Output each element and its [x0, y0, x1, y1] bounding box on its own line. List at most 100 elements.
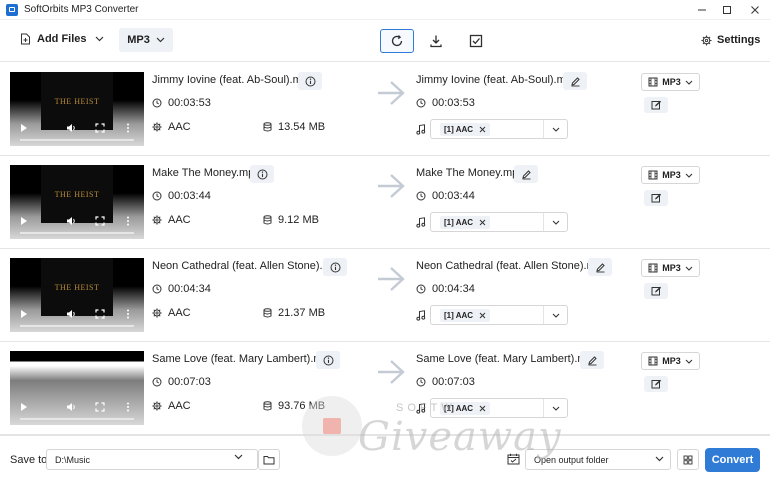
video-progress-bar[interactable]	[20, 418, 134, 420]
video-progress-bar[interactable]	[20, 325, 134, 327]
volume-button[interactable]	[65, 401, 77, 413]
rename-output-button[interactable]	[563, 72, 587, 90]
clock-icon	[152, 377, 162, 387]
remove-track-icon[interactable]	[479, 126, 486, 133]
rename-output-button[interactable]	[588, 258, 612, 276]
video-thumbnail[interactable]: THE HEIST	[10, 72, 144, 146]
row-format-select[interactable]: MP3	[641, 73, 700, 91]
fullscreen-button[interactable]	[94, 215, 106, 227]
volume-button[interactable]	[65, 308, 77, 320]
volume-button[interactable]	[65, 215, 77, 227]
settings-button[interactable]: Settings	[701, 34, 760, 46]
download-icon	[430, 35, 442, 48]
more-options-button[interactable]	[122, 401, 134, 413]
audio-track-chip: [1] AAC	[440, 123, 491, 136]
play-button[interactable]	[18, 122, 30, 134]
more-options-button[interactable]	[122, 308, 134, 320]
title-bar: SoftOrbits MP3 Converter	[0, 0, 770, 20]
file-row[interactable]: THE HEIST Make The Money.mp4 00:03:44 AA…	[0, 156, 770, 249]
refresh-button[interactable]	[380, 29, 414, 53]
codec: AAC	[152, 214, 191, 226]
save-to-label: Save to	[10, 454, 48, 466]
file-row[interactable]: THE HEIST Jimmy Iovine (feat. Ab-Soul).m…	[0, 63, 770, 156]
more-options-button[interactable]	[122, 122, 134, 134]
duration-value: 00:07:03	[168, 376, 211, 388]
audio-track-select[interactable]: [1] AAC	[430, 119, 568, 139]
gear-icon	[152, 308, 162, 318]
audio-track-select[interactable]: [1] AAC	[430, 305, 568, 325]
remove-track-icon[interactable]	[479, 219, 486, 226]
edit-settings-button[interactable]	[644, 190, 668, 206]
audio-track-dropdown[interactable]	[543, 120, 567, 138]
remove-track-icon[interactable]	[479, 405, 486, 412]
edit-settings-button[interactable]	[644, 283, 668, 299]
album-cover-text: THE HEIST	[54, 189, 100, 199]
edit-settings-button[interactable]	[644, 376, 668, 392]
volume-icon	[66, 310, 75, 318]
chevron-down-icon	[655, 456, 664, 462]
remove-track-icon[interactable]	[479, 312, 486, 319]
rename-output-button[interactable]	[580, 351, 604, 369]
file-info-button[interactable]	[323, 258, 347, 276]
browse-folder-button[interactable]	[258, 449, 280, 470]
fullscreen-button[interactable]	[94, 401, 106, 413]
after-conversion-select[interactable]: Open output folder	[525, 449, 671, 470]
pencil-icon	[570, 76, 580, 86]
output-file-name: Make The Money.mp3	[416, 167, 525, 179]
video-progress-bar[interactable]	[20, 232, 134, 234]
add-files-button[interactable]: Add Files	[20, 33, 87, 45]
file-info-button[interactable]	[298, 72, 322, 90]
convert-button[interactable]: Convert	[705, 448, 760, 472]
duration: 00:04:34	[152, 283, 211, 295]
file-info-button[interactable]	[250, 165, 274, 183]
select-all-button[interactable]	[459, 29, 493, 53]
edit-settings-button[interactable]	[644, 97, 668, 113]
pencil-icon	[595, 262, 605, 272]
video-thumbnail[interactable]	[10, 351, 144, 425]
save-path-input[interactable]	[46, 449, 258, 470]
play-icon	[21, 217, 27, 225]
audio-track-select[interactable]: [1] AAC	[430, 398, 568, 418]
play-icon	[21, 310, 27, 318]
gear-icon	[152, 401, 162, 411]
close-button[interactable]	[738, 0, 770, 20]
layout-toggle-button[interactable]	[677, 449, 699, 470]
fullscreen-button[interactable]	[94, 122, 106, 134]
audio-track-dropdown[interactable]	[543, 306, 567, 324]
file-info-button[interactable]	[316, 351, 340, 369]
audio-track-dropdown[interactable]	[543, 213, 567, 231]
play-button[interactable]	[18, 401, 30, 413]
row-format-select[interactable]: MP3	[641, 352, 700, 370]
play-button[interactable]	[18, 215, 30, 227]
codec-value: AAC	[168, 214, 191, 226]
volume-button[interactable]	[65, 122, 77, 134]
audio-track-select[interactable]: [1] AAC	[430, 212, 568, 232]
audio-track-chip: [1] AAC	[440, 309, 491, 322]
video-progress-bar[interactable]	[20, 139, 134, 141]
file-row[interactable]: THE HEIST Neon Cathedral (feat. Allen St…	[0, 249, 770, 342]
rename-output-button[interactable]	[514, 165, 538, 183]
fullscreen-button[interactable]	[94, 308, 106, 320]
row-format-select[interactable]: MP3	[641, 166, 700, 184]
arrow-right-icon	[378, 267, 405, 291]
output-format-select[interactable]: MP3	[119, 28, 173, 52]
more-options-button[interactable]	[122, 215, 134, 227]
arrow-right-icon	[378, 174, 405, 198]
fullscreen-icon	[95, 216, 105, 226]
video-thumbnail[interactable]: THE HEIST	[10, 165, 144, 239]
fullscreen-icon	[95, 123, 105, 133]
download-button[interactable]	[419, 29, 453, 53]
output-file-name: Jimmy Iovine (feat. Ab-Soul).mp3	[416, 74, 579, 86]
info-icon	[305, 76, 315, 86]
play-button[interactable]	[18, 308, 30, 320]
chevron-down-icon	[685, 359, 693, 364]
video-thumbnail[interactable]: THE HEIST	[10, 258, 144, 332]
row-format-select[interactable]: MP3	[641, 259, 700, 277]
chevron-down-icon[interactable]	[234, 454, 243, 460]
chevron-down-icon	[685, 266, 693, 271]
audio-track-dropdown[interactable]	[543, 399, 567, 417]
add-files-dropdown[interactable]	[95, 36, 104, 42]
duration-value: 00:04:34	[168, 283, 211, 295]
film-icon	[648, 170, 658, 180]
file-row[interactable]: Same Love (feat. Mary Lambert).mp4 00:07…	[0, 342, 770, 435]
